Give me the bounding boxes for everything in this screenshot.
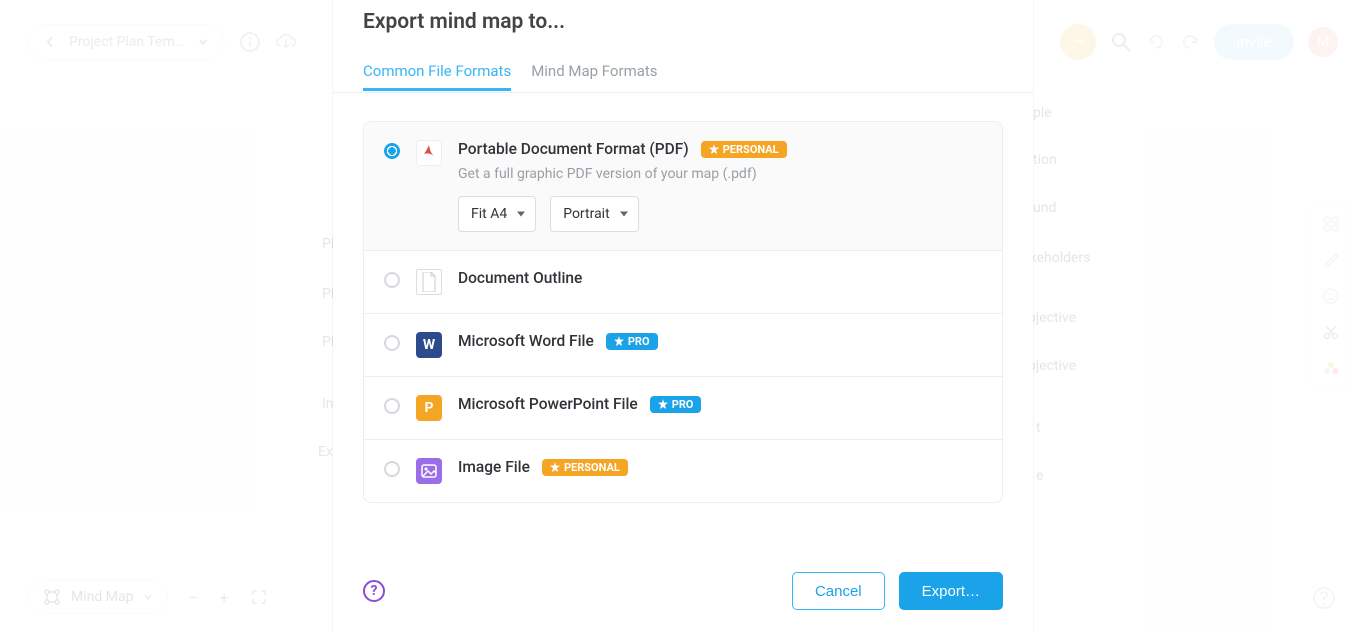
badge-personal: PERSONAL [542, 459, 628, 476]
badge-pro: PRO [650, 396, 702, 413]
mindmap-icon [43, 588, 61, 606]
radio-image[interactable] [384, 461, 400, 477]
canvas-fragment: tion [1033, 152, 1057, 168]
format-row-outline[interactable]: Document Outline [364, 250, 1002, 313]
chevron-left-icon [45, 35, 55, 49]
undo-icon[interactable] [1146, 32, 1166, 52]
format-tabs: Common File Formats Mind Map Formats [363, 54, 1003, 92]
topbar-right: − Invite M [1060, 24, 1338, 60]
canvas-fragment: bjective [1028, 310, 1076, 326]
badge-personal: PERSONAL [701, 141, 787, 158]
tab-common-formats[interactable]: Common File Formats [363, 54, 511, 91]
format-title: Microsoft PowerPoint File [458, 395, 638, 413]
format-list: Portable Document Format (PDF) PERSONAL … [363, 121, 1003, 503]
format-row-powerpoint[interactable]: P Microsoft PowerPoint File PRO [364, 376, 1002, 439]
theme-icon[interactable] [1322, 359, 1340, 377]
modal-footer: ? Cancel Export… [363, 554, 1003, 632]
powerpoint-icon: P [416, 395, 442, 421]
format-row-pdf[interactable]: Portable Document Format (PDF) PERSONAL … [364, 122, 1002, 250]
project-selector[interactable]: Project Plan Tem… [28, 24, 225, 60]
invite-button[interactable]: Invite [1214, 24, 1294, 60]
format-row-image[interactable]: Image File PERSONAL [364, 439, 1002, 502]
format-title: Microsoft Word File [458, 332, 594, 350]
export-modal: Export mind map to... Common File Format… [333, 0, 1033, 632]
canvas-fragment: Ex [318, 444, 333, 460]
format-row-word[interactable]: W Microsoft Word File PRO [364, 313, 1002, 376]
emoji-icon[interactable] [1322, 287, 1340, 305]
radio-outline[interactable] [384, 272, 400, 288]
format-desc: Get a full graphic PDF version of your m… [458, 166, 982, 182]
cloud-download-icon[interactable] [275, 31, 297, 53]
canvas-fragment: e [1036, 468, 1043, 484]
zoom-out-button[interactable]: − [188, 588, 197, 607]
canvas-fragment: t [1036, 420, 1041, 436]
cancel-button[interactable]: Cancel [792, 572, 885, 610]
canvas-fragment: bjective [1028, 358, 1076, 374]
pdf-icon [416, 140, 442, 166]
redo-icon[interactable] [1180, 32, 1200, 52]
format-title: Portable Document Format (PDF) [458, 140, 689, 158]
radio-word[interactable] [384, 335, 400, 351]
add-collaborator-button[interactable]: − [1060, 24, 1096, 60]
pdf-orientation-select[interactable]: Portrait [550, 196, 638, 232]
paint-icon[interactable] [1322, 251, 1340, 269]
badge-pro: PRO [606, 333, 658, 350]
canvas-fragment: ple [1033, 105, 1052, 121]
word-icon: W [416, 332, 442, 358]
view-mode-label: Mind Map [71, 589, 133, 605]
radio-ppt[interactable] [384, 398, 400, 414]
project-name: Project Plan Tem… [69, 34, 184, 50]
pdf-size-select[interactable]: Fit A4 [458, 196, 536, 232]
image-icon [416, 458, 442, 484]
format-title: Document Outline [458, 269, 582, 287]
chevron-down-icon [143, 592, 153, 602]
fullscreen-icon[interactable] [251, 589, 267, 605]
format-title: Image File [458, 458, 530, 476]
canvas-fragment: In [322, 396, 334, 412]
avatar[interactable]: M [1308, 27, 1338, 57]
info-icon[interactable] [239, 31, 261, 53]
zoom-controls: − + [188, 588, 266, 607]
modal-title: Export mind map to... [363, 0, 1003, 54]
cut-icon[interactable] [1322, 323, 1340, 341]
bottom-controls: Mind Map − + [28, 580, 267, 614]
tab-mindmap-formats[interactable]: Mind Map Formats [531, 54, 657, 91]
appearance-icon[interactable] [1322, 215, 1340, 233]
zoom-in-button[interactable]: + [220, 588, 229, 607]
view-mode-selector[interactable]: Mind Map [28, 580, 168, 614]
radio-pdf[interactable] [384, 143, 400, 159]
search-icon[interactable] [1110, 31, 1132, 53]
chevron-down-icon [198, 37, 208, 47]
canvas-fragment: und [1033, 200, 1056, 216]
side-toolbar [1311, 200, 1351, 392]
help-icon[interactable]: ? [363, 580, 385, 602]
help-icon[interactable] [1312, 586, 1336, 610]
document-icon [416, 269, 442, 295]
export-button[interactable]: Export… [899, 572, 1003, 610]
